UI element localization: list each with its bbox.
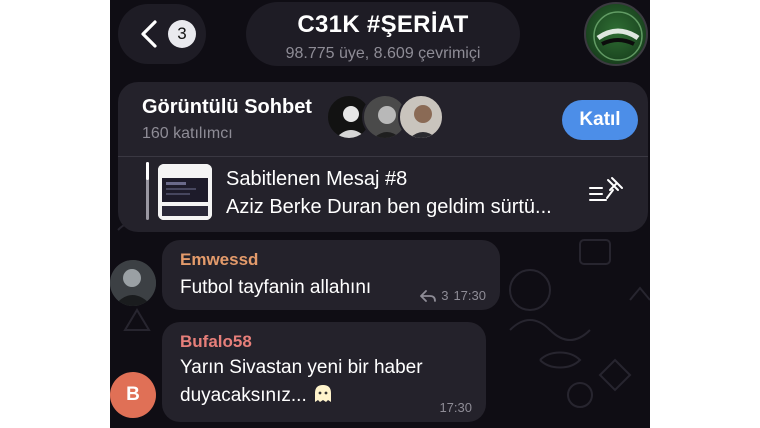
video-chat-panel[interactable]: Görüntülü Sohbet 160 katılımcı Katıl Sab… [118, 82, 648, 232]
chat-subtitle: 98.775 üye, 8.609 çevrimiçi [285, 45, 481, 62]
thumbnail-image [158, 164, 212, 220]
user-icon [409, 105, 437, 138]
pinned-text: Aziz Berke Duran ben geldim sürtü... [226, 196, 552, 218]
pinned-list-icon[interactable] [588, 176, 624, 206]
divider [118, 156, 648, 157]
message-time: 17:30 [439, 400, 472, 415]
channel-logo-icon [593, 11, 643, 61]
channel-avatar[interactable] [584, 2, 648, 66]
ghost-emoji-icon [315, 385, 332, 402]
message-sender[interactable]: Bufalo58 [180, 332, 252, 352]
video-chat-title: Görüntülü Sohbet [142, 96, 312, 118]
message-text: Yarın Sivastan yeni bir haber duyacaksın… [180, 357, 423, 406]
video-chat-participants: 160 katılımcı [142, 125, 233, 142]
chat-screen: 3 C31K #ŞERİAT 98.775 üye, 8.609 çevrimi… [110, 0, 650, 428]
message-sender[interactable]: Emwessd [180, 250, 258, 270]
pinned-indicator [146, 162, 149, 220]
chevron-left-icon [141, 20, 157, 48]
join-button[interactable]: Katıl [562, 100, 638, 140]
pinned-thumbnail [158, 164, 212, 220]
reply-icon [420, 289, 437, 302]
message-meta: 3 17:30 [420, 288, 486, 303]
chat-title: C31K #ŞERİAT [297, 11, 469, 38]
participant-avatar [398, 94, 444, 140]
sender-avatar[interactable] [110, 260, 156, 306]
chat-header[interactable]: C31K #ŞERİAT 98.775 üye, 8.609 çevrimiçi [246, 2, 520, 66]
participant-avatars [326, 94, 446, 142]
message-bubble[interactable]: Emwessd Futbol tayfanin allahını 3 17:30 [162, 240, 500, 310]
sender-avatar[interactable]: B [110, 372, 156, 418]
reply-count: 3 [441, 288, 449, 303]
message-time: 17:30 [453, 288, 486, 303]
message-meta: 17:30 [439, 400, 472, 415]
pinned-title: Sabitlenen Mesaj #8 [226, 168, 408, 190]
message-bubble[interactable]: Bufalo58 Yarın Sivastan yeni bir haber d… [162, 322, 486, 422]
message-text: Futbol tayfanin allahını [180, 277, 372, 298]
user-photo-icon [110, 260, 156, 306]
back-button[interactable]: 3 [118, 4, 206, 64]
message-text-wrapper: Yarın Sivastan yeni bir haber duyacaksın… [180, 354, 480, 410]
unread-badge: 3 [168, 20, 196, 48]
